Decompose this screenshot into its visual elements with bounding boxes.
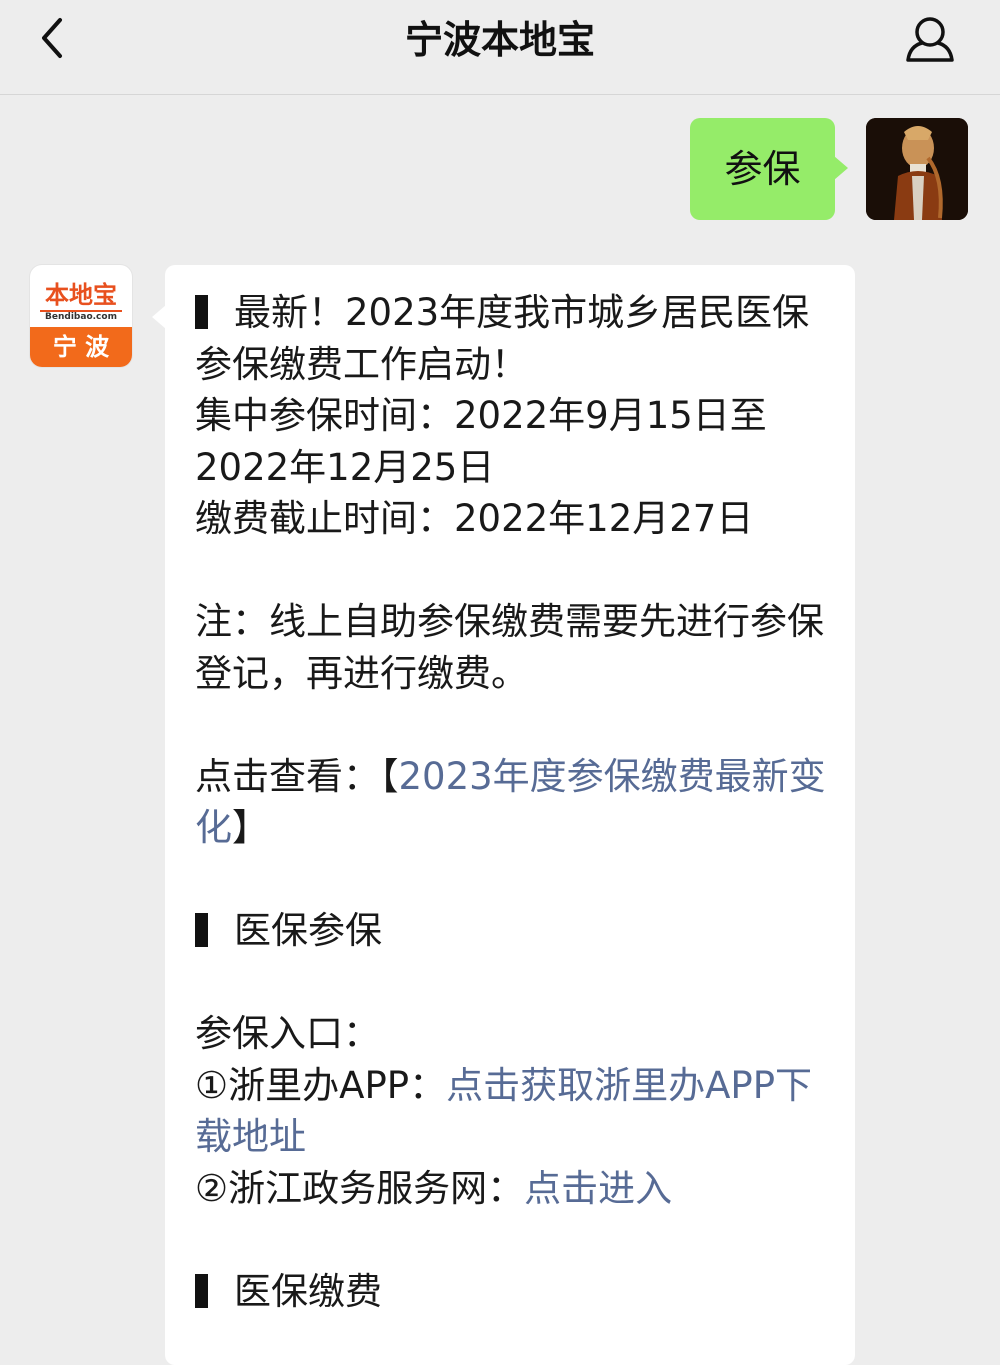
entry-label: 参保入口： bbox=[195, 1012, 380, 1055]
bot-logo-title: 本地宝 bbox=[45, 280, 117, 309]
user-profile-icon bbox=[906, 17, 954, 62]
section-marker-bar bbox=[195, 1273, 208, 1308]
user-message-bubble[interactable]: 参保 bbox=[690, 118, 848, 220]
bot-message-bubble: 最新！2023年度我市城乡居民医保参保缴费工作启动！ 集中参保时间：2022年9… bbox=[152, 265, 855, 1365]
click-view-paragraph: 点击查看：【2023年度参保缴费最新变化】 bbox=[195, 751, 835, 854]
headline-text: 最新！2023年度我市城乡居民医保参保缴费工作启动！ bbox=[195, 291, 810, 386]
bot-message-content: 最新！2023年度我市城乡居民医保参保缴费工作启动！ 集中参保时间：2022年9… bbox=[195, 287, 835, 1317]
entry-zhelibang: ①浙里办APP：点击获取浙里办APP下载地址 bbox=[195, 1060, 835, 1163]
note-text: 注：线上自助参保缴费需要先进行参保登记，再进行缴费。 bbox=[195, 600, 824, 695]
click-view-prefix: 点击查看： bbox=[195, 754, 380, 798]
entry1-prefix: ①浙里办APP： bbox=[195, 1063, 447, 1107]
user-avatar-image bbox=[866, 118, 968, 220]
user-message-text: 参保 bbox=[724, 147, 801, 191]
page-title: 宁波本地宝 bbox=[404, 18, 595, 62]
section-heading-payment: 医保缴费 bbox=[195, 1266, 835, 1318]
user-avatar[interactable] bbox=[866, 118, 968, 220]
section-title-enroll: 医保参保 bbox=[234, 909, 382, 952]
entry-gov-service: ②浙江政务服务网：点击进入 bbox=[195, 1163, 835, 1215]
gov-service-link[interactable]: 点击进入 bbox=[524, 1167, 672, 1210]
headline-paragraph: 最新！2023年度我市城乡居民医保参保缴费工作启动！ bbox=[195, 287, 835, 390]
entry2-prefix: ②浙江政务服务网： bbox=[195, 1166, 525, 1210]
deadline-text: 缴费截止时间：2022年12月27日 bbox=[195, 497, 754, 540]
bot-logo-city: 宁 波 bbox=[30, 327, 132, 367]
bot-avatar[interactable]: 本地宝 Bendibao.com 宁 波 bbox=[30, 265, 132, 367]
section-marker-bar bbox=[195, 913, 208, 947]
bracket-open: 【 bbox=[380, 754, 399, 798]
profile-button[interactable] bbox=[900, 12, 960, 68]
section-heading-enroll: 医保参保 bbox=[195, 905, 835, 957]
bot-logo-domain: Bendibao.com bbox=[45, 312, 117, 322]
bracket-close: 】 bbox=[232, 806, 269, 849]
section-marker-bar bbox=[195, 295, 208, 329]
chat-header: 宁波本地宝 bbox=[0, 0, 1000, 95]
section-title-payment: 医保缴费 bbox=[234, 1269, 382, 1313]
period-text: 集中参保时间：2022年9月15日至2022年12月25日 bbox=[195, 394, 767, 489]
